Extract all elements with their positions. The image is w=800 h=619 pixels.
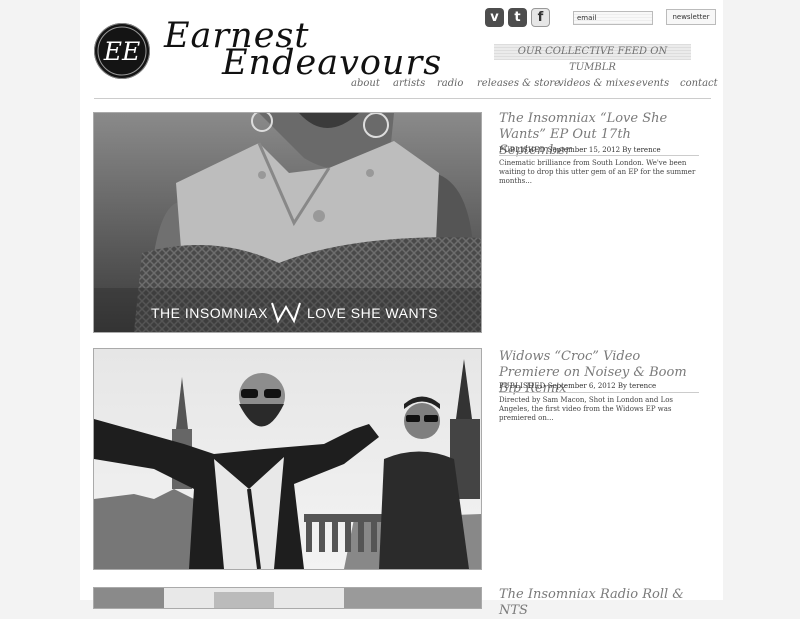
cover-caption-left: THE INSOMNIAX [151,305,268,321]
nav-releases-store[interactable]: releases & store [477,78,560,89]
vimeo-icon[interactable]: v [485,8,504,27]
post-2-meta: PUBLISHED September 6, 2012 By terence [499,382,656,390]
post-2-image[interactable] [93,348,482,570]
twitter-icon[interactable]: t [508,8,527,27]
published-label: PUBLISHED [499,146,546,154]
post-2-excerpt: Directed by Sam Macon, Shot in London an… [499,396,674,422]
post-3-title[interactable]: The Insomniax Radio Roll & NTS [499,587,705,619]
newsletter-button[interactable]: newsletter [666,9,716,25]
nav-contact[interactable]: contact [680,78,718,89]
logo-badge[interactable]: EE [94,23,150,79]
page-container: EE Earnest Endeavours v t f newsletter O… [80,0,723,618]
nav-about[interactable]: about [351,78,380,89]
post-1-meta: PUBLISHED September 15, 2012 By terence [499,146,661,154]
widows-video-still-image [94,349,481,569]
post-3-image[interactable] [93,587,482,609]
nav-videos-mixes[interactable]: videos & mixes [558,78,635,89]
post-1-meta-divider [499,155,699,156]
published-label: PUBLISHED [499,382,546,390]
post-3-thumbnail-image [94,588,481,608]
post-1-date-author: September 15, 2012 By terence [547,146,661,154]
logo-text: EE [103,37,141,66]
tumblr-feed-link[interactable]: OUR COLLECTIVE FEED ON TUMBLR [494,44,691,73]
post-2-date-author: September 6, 2012 By terence [547,382,657,390]
nav-events[interactable]: events [636,78,669,89]
newsletter-email-input[interactable] [573,11,653,25]
nav-radio[interactable]: radio [437,78,463,89]
post-2-meta-divider [499,392,699,393]
nav-artists[interactable]: artists [393,78,425,89]
cover-caption-right: LOVE SHE WANTS [307,305,438,321]
header-divider [94,98,711,99]
post-1-excerpt: Cinematic brilliance from South London. … [499,159,696,185]
facebook-icon[interactable]: f [531,8,550,27]
logo-monogram-icon: EE [97,26,147,76]
post-1-image[interactable]: THE INSOMNIAX LOVE SHE WANTS [93,112,482,333]
insomniax-cover-image: THE INSOMNIAX LOVE SHE WANTS [94,113,481,332]
brand-line-2: Endeavours [222,43,443,83]
